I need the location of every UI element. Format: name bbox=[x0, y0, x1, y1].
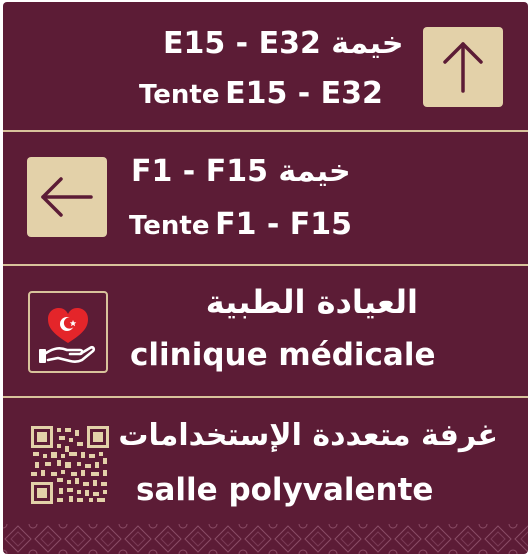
clinic-arabic: العيادة الطبية bbox=[205, 283, 418, 321]
row2-arabic-label: خيمة bbox=[278, 154, 351, 189]
medical-icon-frame bbox=[28, 291, 108, 373]
divider-2 bbox=[3, 264, 528, 266]
row1-range-ar: E15 - E32 bbox=[163, 26, 321, 61]
arrow-up-icon bbox=[443, 42, 483, 93]
row1-french-label: Tente bbox=[139, 80, 220, 110]
divider-3 bbox=[3, 396, 528, 398]
directional-sign: E15 - E32 خيمة Tente E15 - E32 F1 - F15 … bbox=[3, 2, 528, 554]
row2-french-label: Tente bbox=[129, 211, 210, 241]
medical-heart-hand-icon bbox=[39, 308, 96, 363]
row1-range-fr: E15 - E32 bbox=[225, 76, 383, 111]
row2-arabic-line: F1 - F15 خيمة bbox=[131, 154, 351, 189]
arrow-left-icon bbox=[41, 177, 93, 217]
decorative-pattern-border bbox=[3, 524, 528, 554]
arrow-left-tile bbox=[27, 157, 107, 237]
row1-arabic-label: خيمة bbox=[331, 26, 404, 61]
row2-range-fr: F1 - F15 bbox=[215, 207, 353, 242]
row1-french-line: Tente E15 - E32 bbox=[139, 76, 383, 111]
divider-1 bbox=[3, 130, 528, 132]
room-french: salle polyvalente bbox=[136, 472, 434, 508]
clinic-french: clinique médicale bbox=[130, 337, 436, 373]
row2-french-line: Tente F1 - F15 bbox=[129, 207, 352, 242]
row2-range-ar: F1 - F15 bbox=[131, 154, 268, 189]
row1-arabic-line: E15 - E32 خيمة bbox=[163, 26, 403, 61]
qr-code-icon bbox=[31, 426, 109, 504]
arrow-up-tile bbox=[423, 27, 503, 107]
room-arabic: غرفة متعددة الإستخدامات bbox=[118, 418, 498, 453]
